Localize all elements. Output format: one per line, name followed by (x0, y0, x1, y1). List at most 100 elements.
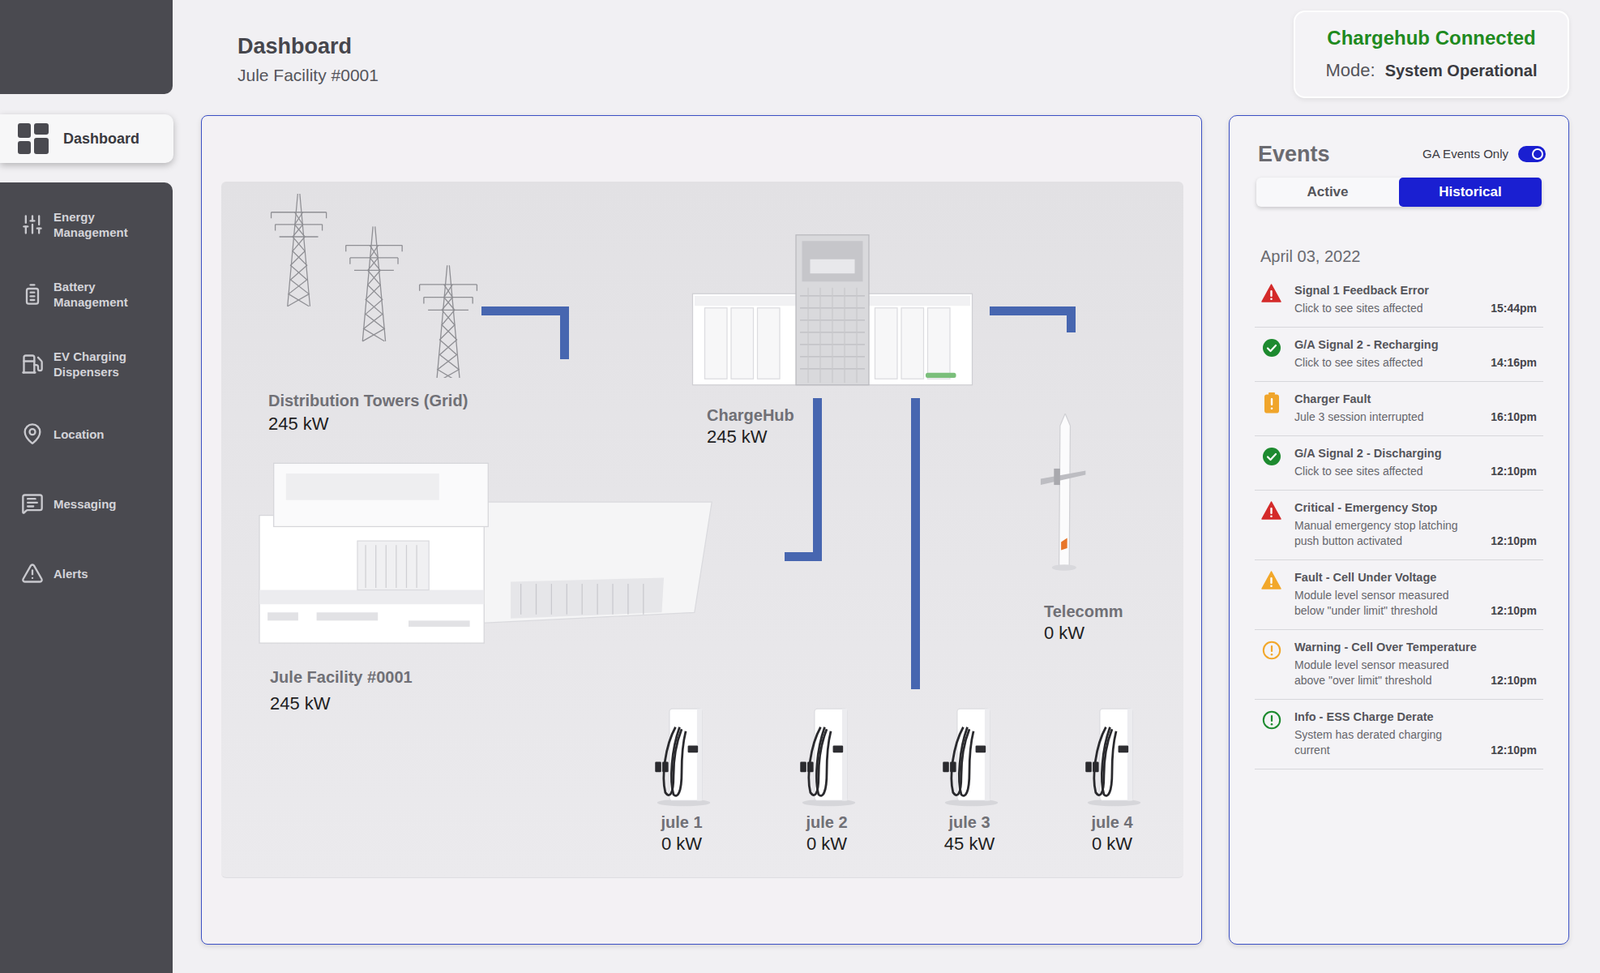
page-subtitle: Jule Facility #0001 (237, 64, 379, 86)
connection-status: Chargehub Connected (1326, 25, 1536, 51)
status-card: Chargehub Connected Mode:System Operation… (1293, 10, 1570, 99)
facility-label-group: Jule Facility #0001 245 kW (269, 666, 413, 715)
event-description: Click to see sites affected (1294, 300, 1469, 317)
event-description: Manual emergency stop latching push butt… (1294, 517, 1469, 549)
alert-circle-icon (1262, 710, 1282, 730)
event-tab[interactable]: Active (1256, 177, 1399, 207)
charger-power: 45 kW (944, 832, 995, 856)
event-title: G/A Signal 2 - Discharging (1294, 445, 1486, 462)
mode-row: Mode:System Operational (1326, 56, 1538, 84)
sidebar-item-label: Location (53, 426, 145, 442)
event-text: Critical - Emergency StopManual emergenc… (1294, 500, 1486, 549)
charger-power: 0 kW (806, 832, 848, 856)
facility-connector (784, 551, 822, 561)
event-time: 12:10pm (1490, 603, 1537, 619)
event-title: G/A Signal 2 - Recharging (1294, 337, 1486, 353)
event-title: Charger Fault (1294, 391, 1486, 407)
event-tab[interactable]: Historical (1398, 177, 1542, 207)
sidebar-menu: Energy Management Battery Management EV Ch… (0, 182, 173, 973)
event-icon-cell (1261, 282, 1282, 303)
charger-power: 0 kW (1091, 832, 1133, 856)
telecom-label: Telecomm (1043, 600, 1123, 622)
sidebar-item-label: Battery Management (53, 278, 145, 310)
sidebar-item[interactable]: Messaging (0, 468, 173, 539)
sidebar-logo-area (0, 0, 173, 95)
toggle-knob (1531, 148, 1544, 160)
sidebar-item-label: Energy Management (53, 209, 145, 240)
warning-triangle-icon (1261, 570, 1282, 590)
event-title: Info - ESS Charge Derate (1294, 709, 1486, 725)
sidebar-item[interactable]: Dashboard (0, 114, 174, 163)
sidebar-item-label: Messaging (53, 496, 145, 512)
charger-node[interactable]: jule 40 kW (1063, 704, 1161, 856)
check-circle-icon (1262, 337, 1282, 358)
chargehub-illustration (690, 234, 975, 388)
main-area: DashboardJule Facility #0001Chargehub Co… (172, 0, 1600, 973)
charger-label: jule 1 (660, 811, 702, 833)
charger-node[interactable]: jule 345 kW (920, 704, 1019, 856)
event-icon-cell (1261, 639, 1282, 660)
dashboard-icon (17, 123, 49, 155)
chargers-connector (911, 397, 920, 689)
mode-value: System Operational (1385, 58, 1538, 83)
sidebar-item-label: Dashboard (63, 128, 140, 150)
grid-node[interactable] (265, 193, 485, 378)
telecom-connector (989, 306, 1076, 316)
ga-filter-toggle[interactable] (1518, 145, 1546, 163)
battery-alert-icon (1263, 392, 1280, 414)
sidebar-item-label: Alerts (53, 565, 145, 582)
grid-power: 245 kW (268, 412, 468, 436)
telecom-node[interactable] (1038, 413, 1087, 572)
charger-node[interactable]: jule 20 kW (778, 704, 876, 856)
event-text: Warning - Cell Over Temperature Module le… (1294, 639, 1486, 689)
event-row[interactable]: Critical - Emergency StopManual emergenc… (1254, 490, 1544, 561)
sidebar-item[interactable]: Battery Management (0, 259, 173, 330)
event-row[interactable]: Charger FaultJule 3 session interrupted1… (1254, 381, 1544, 437)
sidebar-item[interactable]: Energy Management (0, 189, 173, 260)
chargehub-node[interactable] (690, 234, 975, 388)
telecom-power: 0 kW (1043, 621, 1123, 645)
event-title: Critical - Emergency Stop (1294, 500, 1486, 516)
facility-label: Jule Facility #0001 (269, 666, 413, 688)
facility-connector (812, 397, 822, 561)
event-text: Info - ESS Charge DerateSystem has derat… (1294, 709, 1486, 758)
grid-label: Distribution Towers (Grid) (268, 389, 468, 411)
ga-filter-label: GA Events Only (1422, 145, 1509, 164)
sidebar-item[interactable]: EV Charging Dispensers (0, 329, 173, 399)
event-text: Charger FaultJule 3 session interrupted (1294, 391, 1486, 425)
charger-label: jule 3 (948, 811, 990, 833)
sidebar-item-label: EV Charging Dispensers (53, 348, 145, 380)
diagram-panel: Distribution Towers (Grid)245 kWChargeHu… (201, 115, 1203, 945)
grid-connector (560, 306, 569, 360)
event-list: Signal 1 Feedback ErrorClick to see site… (1229, 273, 1569, 770)
event-description: Module level sensor measured above "over… (1294, 657, 1469, 689)
sidebar-item[interactable]: Alerts (0, 538, 173, 608)
event-row[interactable]: G/A Signal 2 - DischargingClick to see s… (1254, 436, 1544, 491)
facility-building-illustration (255, 458, 715, 654)
chargehub-label: ChargeHub (706, 404, 795, 426)
distribution-towers-illustration (265, 193, 485, 378)
event-text: G/A Signal 2 - RechargingClick to see si… (1294, 337, 1486, 371)
event-row[interactable]: Signal 1 Feedback ErrorClick to see site… (1254, 273, 1544, 328)
event-text: Fault - Cell Under VoltageModule level s… (1294, 569, 1486, 619)
chargehub-power: 245 kW (706, 425, 795, 449)
event-row[interactable]: Fault - Cell Under VoltageModule level s… (1254, 560, 1544, 630)
event-row[interactable]: G/A Signal 2 - RechargingClick to see si… (1254, 327, 1544, 382)
facility-power: 245 kW (269, 692, 413, 715)
event-time: 15:44pm (1490, 300, 1537, 317)
event-icon-cell (1261, 445, 1282, 467)
charger-node[interactable]: jule 10 kW (633, 704, 731, 856)
event-time: 12:10pm (1490, 533, 1537, 549)
event-row[interactable]: Info - ESS Charge DerateSystem has derat… (1254, 699, 1544, 770)
sidebar: Dashboard Energy Management Battery Manage… (0, 0, 173, 973)
sidebar-item[interactable]: Location (0, 398, 173, 469)
event-row[interactable]: Warning - Cell Over Temperature Module le… (1254, 629, 1544, 700)
facility-node[interactable] (255, 458, 715, 654)
event-icon-cell (1261, 709, 1282, 730)
page-header: DashboardJule Facility #0001Chargehub Co… (201, 0, 1570, 116)
event-title: Warning - Cell Over Temperature (1294, 639, 1486, 655)
ev-charger-illustration (938, 704, 1001, 807)
event-description: Click to see sites affected (1294, 463, 1469, 480)
app: Dashboard Energy Management Battery Manage… (0, 0, 1600, 973)
ev-charger-illustration (795, 704, 858, 807)
